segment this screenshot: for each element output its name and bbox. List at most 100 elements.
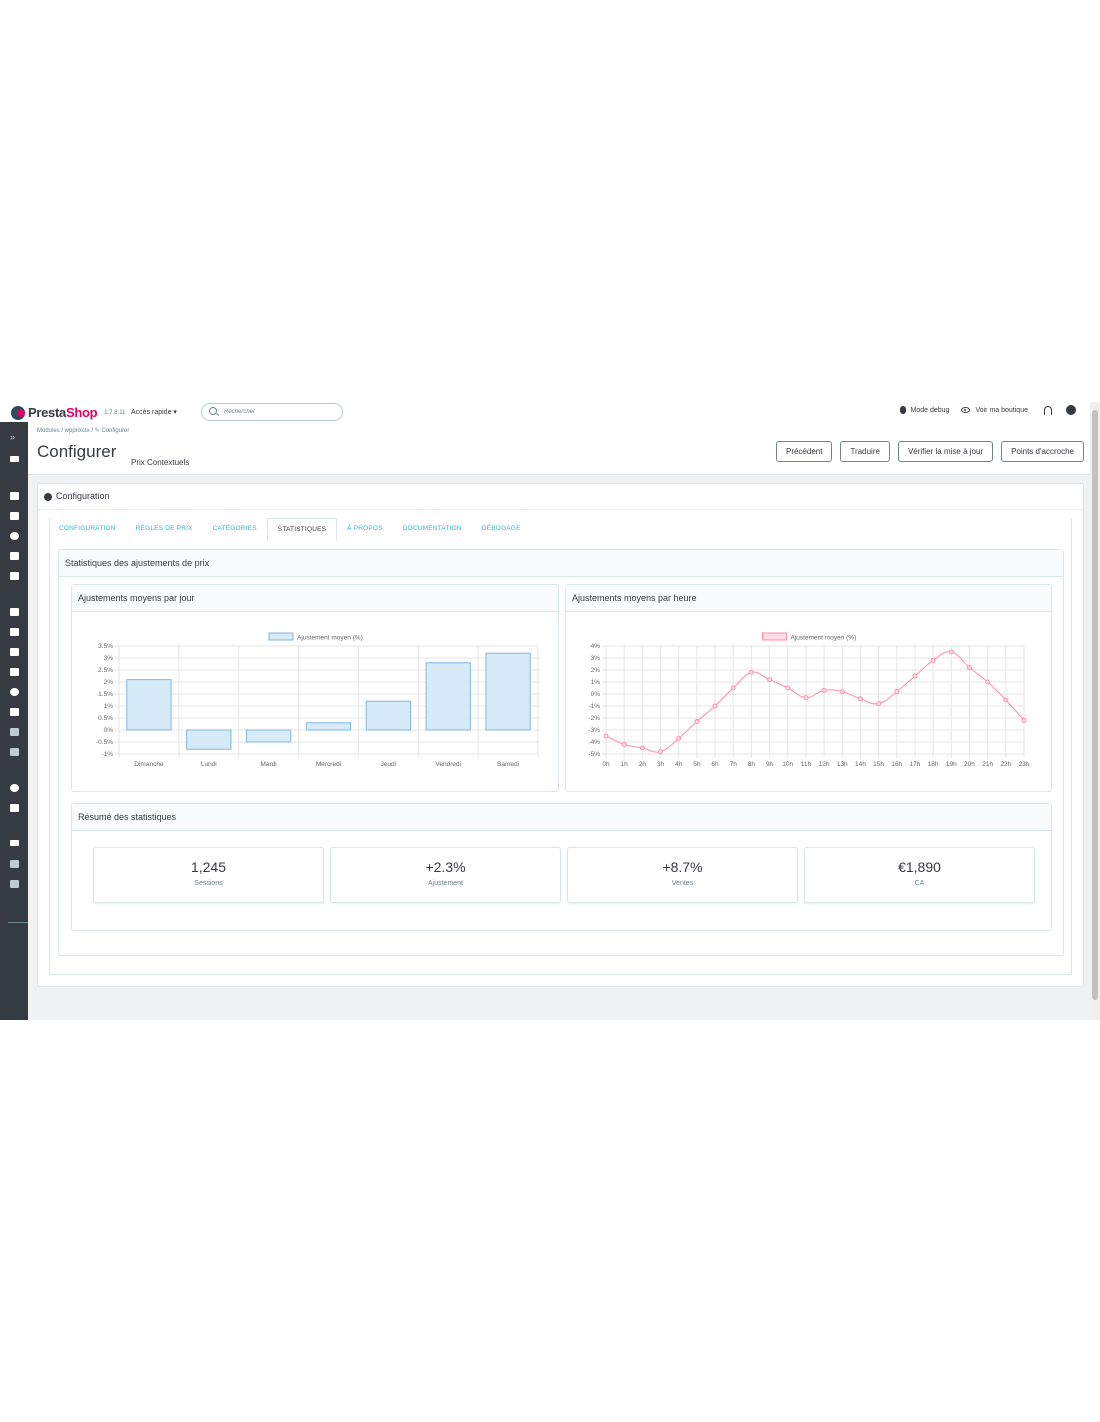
data-point <box>694 719 700 725</box>
data-point <box>712 703 718 709</box>
translate-button[interactable]: Traduire <box>840 441 890 462</box>
y-tick-label: -1% <box>101 751 113 758</box>
x-tick-label: 20h <box>964 761 975 768</box>
breadcrumb[interactable]: Modules / wpprixctx / ✎ Configurer <box>37 427 129 434</box>
stat-value: €1,890 <box>898 859 941 875</box>
stats-icon[interactable] <box>10 572 19 580</box>
scrollbar-thumb[interactable] <box>1092 410 1098 1000</box>
configuration-panel: Configuration Configuration Règles de pr… <box>37 483 1084 987</box>
prestashop-logo[interactable]: PrestaShop 1.7.8.11 <box>11 405 126 420</box>
module-puzzle-icon-4[interactable] <box>10 880 19 888</box>
y-tick-label: -0.5% <box>96 739 113 746</box>
hooks-button[interactable]: Points d'accroche <box>1001 441 1084 462</box>
view-shop-link[interactable]: Voir ma boutique <box>961 407 1028 414</box>
catalog-store-icon[interactable] <box>10 512 19 520</box>
x-tick-label: Samedi <box>497 761 519 768</box>
tab-documentation[interactable]: Documentation <box>393 518 472 541</box>
y-tick-label: 1% <box>591 679 601 686</box>
data-point <box>857 696 863 702</box>
marketing-megaphone-icon[interactable] <box>10 708 19 716</box>
tab-price-rules[interactable]: Règles de prix <box>126 518 203 541</box>
module-puzzle-icon-3[interactable] <box>10 860 19 868</box>
bar <box>245 729 292 743</box>
customer-service-icon[interactable] <box>10 552 19 560</box>
page-title: Configurer <box>37 442 117 461</box>
search-box[interactable] <box>201 403 343 421</box>
modules-puzzle-icon[interactable] <box>10 608 19 616</box>
settings-gear-icon[interactable] <box>10 784 19 792</box>
version-label: 1.7.8.11 <box>104 409 126 416</box>
prestashop-logo-icon <box>11 405 25 420</box>
data-point <box>730 685 736 691</box>
tab-about[interactable]: À propos <box>337 518 393 541</box>
stat-card-adjustment: +2.3% Ajustement <box>330 847 561 903</box>
previous-button[interactable]: Précédent <box>775 441 833 462</box>
module-puzzle-icon-2[interactable] <box>10 748 19 756</box>
bar <box>126 679 172 731</box>
data-point <box>876 701 882 707</box>
y-tick-label: 2.5% <box>98 667 113 674</box>
stat-value: +8.7% <box>662 859 703 875</box>
daily-chart-heading: Ajustements moyens par jour <box>72 585 558 612</box>
x-tick-label: Lundi <box>201 761 217 768</box>
x-tick-label: 16h <box>891 761 902 768</box>
series-line <box>605 651 1025 753</box>
design-monitor-icon[interactable] <box>10 628 19 636</box>
tab-configuration[interactable]: Configuration <box>49 518 126 541</box>
search-input[interactable] <box>224 406 334 418</box>
y-tick-label: 2% <box>591 667 601 674</box>
collapse-sidebar-icon[interactable]: » <box>10 432 15 442</box>
customers-icon[interactable] <box>10 532 19 540</box>
sidebar-divider <box>8 922 28 923</box>
check-update-button[interactable]: Vérifier la mise à jour <box>897 441 994 462</box>
data-point <box>894 689 900 695</box>
summary-title: Résumé des statistiques <box>78 812 177 822</box>
x-tick-label: 18h <box>928 761 939 768</box>
data-point <box>803 695 809 701</box>
tab-statistics[interactable]: Statistiques <box>266 518 338 541</box>
y-tick-label: 0% <box>591 691 601 698</box>
debug-mode-label: Mode debug <box>910 406 950 414</box>
stat-value: +2.3% <box>425 859 466 875</box>
y-tick-label: 0% <box>104 727 114 734</box>
panel-heading: Configuration <box>38 484 1083 510</box>
notifications-bell-icon[interactable] <box>1044 405 1052 415</box>
x-tick-label: 5h <box>693 761 701 768</box>
tab-categories[interactable]: Catégories <box>203 518 267 541</box>
view-shop-label: Voir ma boutique <box>975 406 1028 414</box>
y-tick-label: -4% <box>588 739 600 746</box>
x-tick-label: 11h <box>801 761 812 768</box>
bar <box>305 722 352 731</box>
sliders-icon[interactable] <box>10 840 19 846</box>
shipping-truck-icon[interactable] <box>10 648 19 656</box>
debug-mode-link[interactable]: Mode debug <box>899 406 950 414</box>
cogs-icon <box>44 493 52 501</box>
stat-card-sessions: 1,245 Sessions <box>93 847 324 903</box>
module-puzzle-icon[interactable] <box>10 728 19 736</box>
y-tick-label: 3% <box>591 655 601 662</box>
page-scrollbar[interactable] <box>1090 402 1100 1020</box>
international-globe-icon[interactable] <box>10 688 19 696</box>
bug-icon <box>899 406 906 414</box>
stat-label: Sessions <box>194 880 223 887</box>
dashboard-trend-icon[interactable] <box>10 456 19 462</box>
data-point <box>748 669 754 675</box>
advanced-settings-icon[interactable] <box>10 804 19 812</box>
x-tick-label: 9h <box>766 761 774 768</box>
payment-card-icon[interactable] <box>10 668 19 676</box>
bar <box>186 729 232 750</box>
daily-chart-title: Ajustements moyens par jour <box>78 593 195 603</box>
tab-debug[interactable]: Débogage <box>472 518 531 541</box>
logo-text: PrestaShop <box>28 405 98 420</box>
x-tick-label: 17h <box>910 761 921 768</box>
orders-basket-icon[interactable] <box>10 492 19 500</box>
x-tick-label: 3h <box>657 761 665 768</box>
statistics-title: Statistiques des ajustements de prix <box>65 558 210 568</box>
x-tick-label: 8h <box>748 761 756 768</box>
stat-card-revenue: €1,890 CA <box>804 847 1035 903</box>
x-tick-label: 22h <box>1000 761 1011 768</box>
user-account-icon[interactable] <box>1066 405 1076 415</box>
stat-card-sales: +8.7% Ventes <box>567 847 798 903</box>
y-tick-label: 3% <box>104 655 114 662</box>
quick-access-dropdown[interactable]: Accès rapide ▾ <box>131 408 177 416</box>
